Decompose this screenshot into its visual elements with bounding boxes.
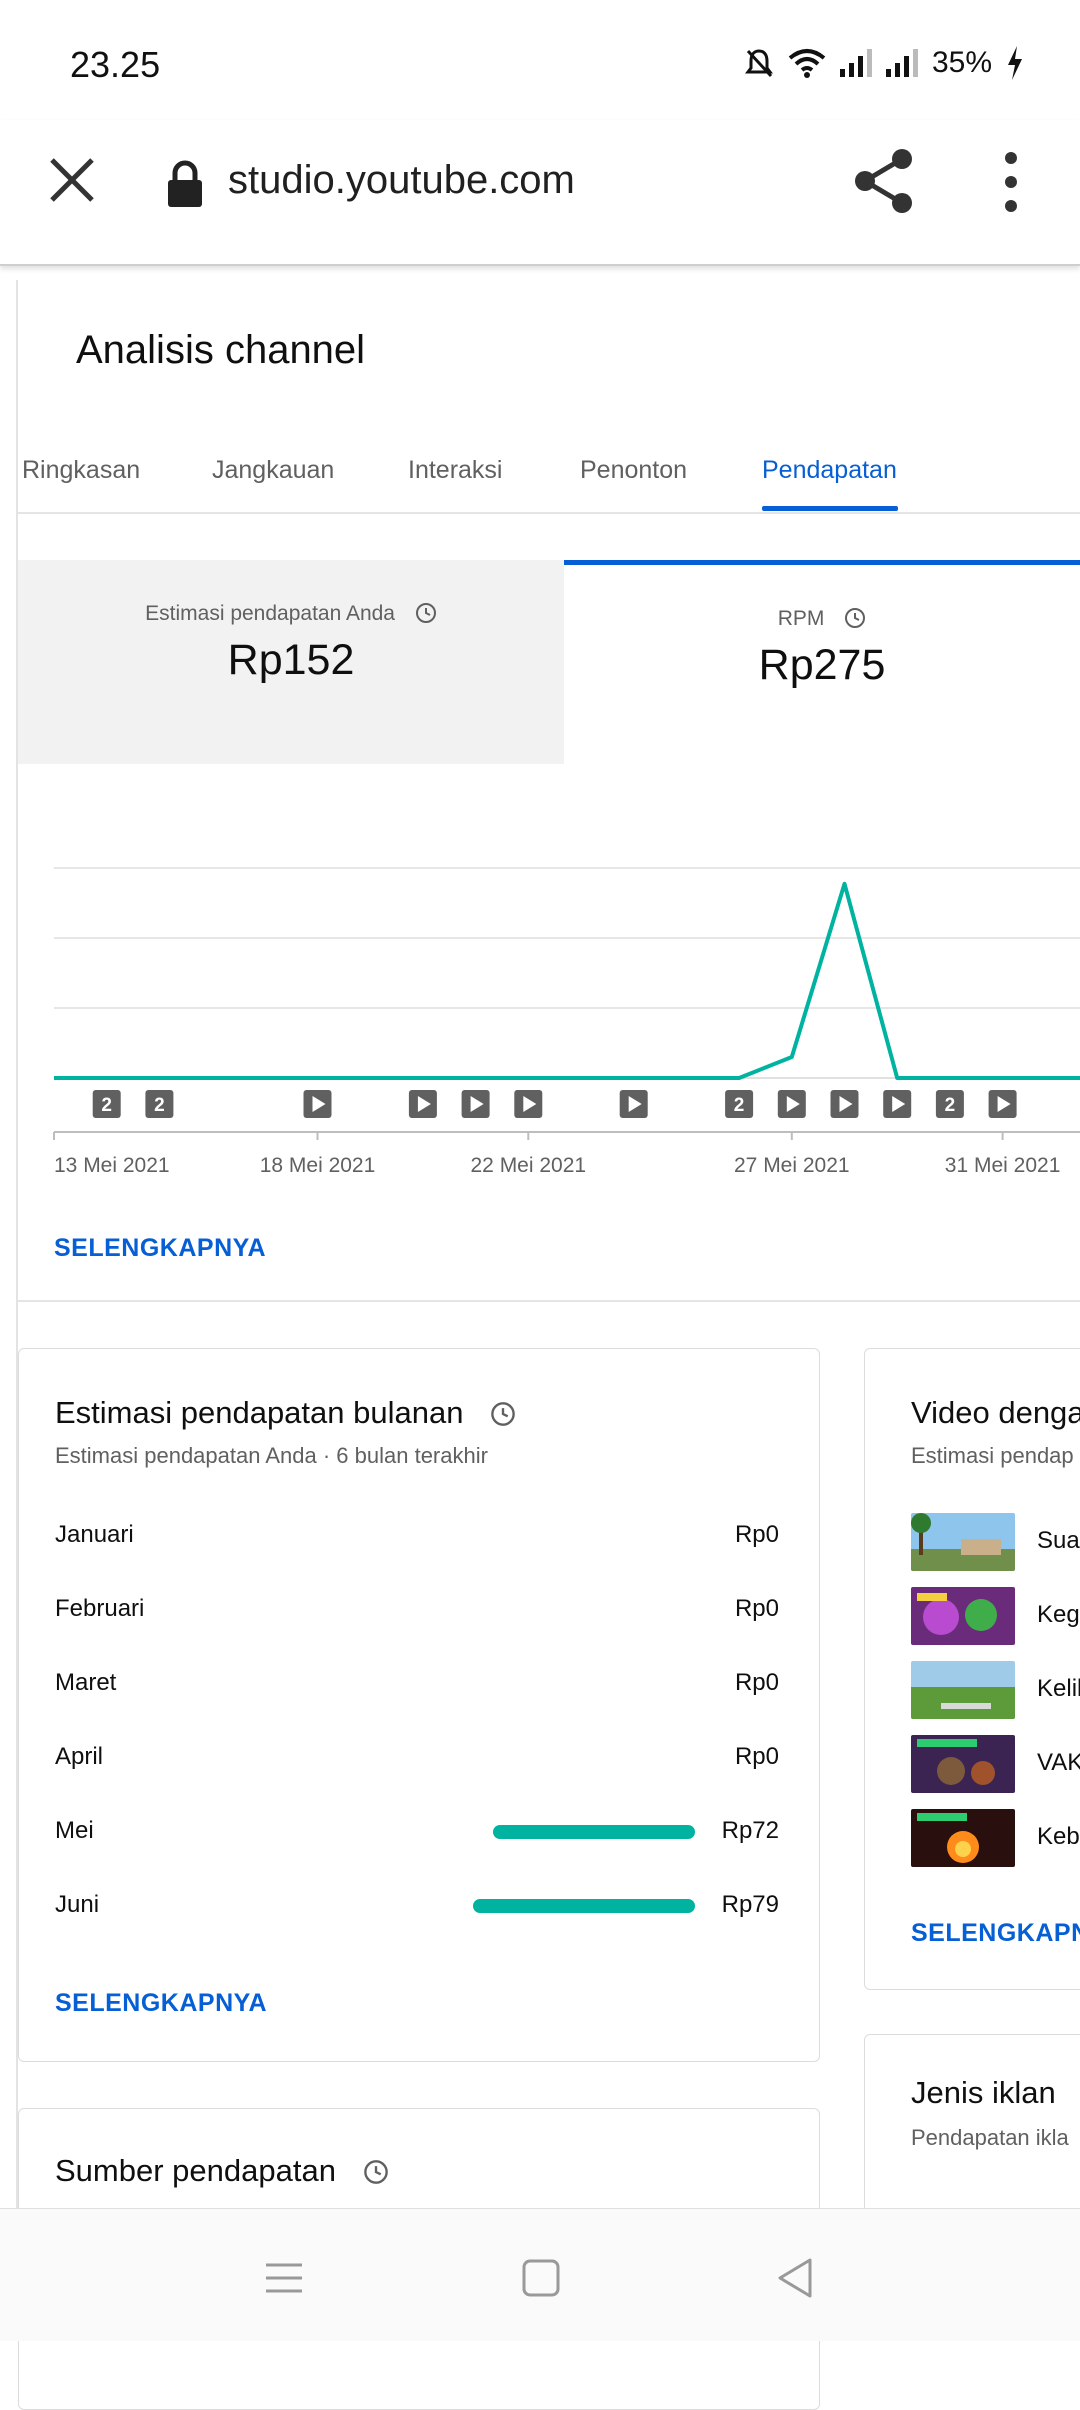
battery-percent: 35% [932, 46, 992, 80]
metric-value: Rp275 [564, 641, 1080, 690]
chart-x-tick-label: 13 Mei 2021 [54, 1154, 170, 1177]
monthly-row: April Rp0 [55, 1737, 779, 1777]
chart-x-tick-label: 31 Mei 2021 [945, 1154, 1061, 1177]
card-title: Jenis iklan [911, 2075, 1056, 2111]
month-value: Rp0 [735, 1669, 779, 1697]
metric-label: RPM [564, 607, 1080, 631]
month-label: April [55, 1743, 103, 1771]
card-title: Video denga [911, 1395, 1080, 1431]
chart-series-line [54, 884, 1080, 1078]
lock-icon [166, 160, 204, 208]
monthly-row: Januari Rp0 [55, 1515, 779, 1555]
monthly-revenue-card: Estimasi pendapatan bulanan Estimasi pen… [18, 1348, 820, 2062]
clock-icon [490, 1401, 516, 1427]
monthly-bar [493, 1825, 695, 1839]
video-title: Keba [1037, 1823, 1080, 1851]
system-nav-bar [0, 2208, 1080, 2341]
card-subtitle: Estimasi pendapatan Anda · 6 bulan terak… [55, 1443, 488, 1469]
clock-icon [415, 602, 437, 624]
active-tab-indicator [762, 506, 898, 511]
section-divider [18, 1300, 1080, 1302]
video-row[interactable]: VAK [911, 1735, 1080, 1795]
month-label: Mei [55, 1817, 94, 1845]
video-count-label: 2 [101, 1095, 112, 1116]
signal-icon [886, 49, 918, 77]
tab-interaksi[interactable]: Interaksi [408, 456, 502, 485]
status-time: 23.25 [70, 44, 160, 86]
monthly-row: Maret Rp0 [55, 1663, 779, 1703]
video-title: VAK [1037, 1749, 1080, 1777]
video-row[interactable]: Kelil [911, 1661, 1080, 1721]
video-count-label: 2 [154, 1095, 165, 1116]
video-title: Kegi [1037, 1601, 1080, 1629]
tab-penonton[interactable]: Penonton [580, 456, 687, 485]
metric-label: Estimasi pendapatan Anda [18, 602, 564, 626]
more-vert-icon[interactable] [996, 150, 1026, 214]
video-thumbnail [911, 1809, 1015, 1867]
card-subtitle: Pendapatan ikla [911, 2125, 1069, 2151]
see-more-link[interactable]: SELENGKAPNY [911, 1919, 1080, 1948]
month-value: Rp0 [735, 1743, 779, 1771]
browser-toolbar: studio.youtube.com [0, 120, 1080, 266]
video-row[interactable]: Suas [911, 1513, 1080, 1573]
video-thumbnail [911, 1661, 1015, 1719]
card-title: Sumber pendapatan [55, 2153, 389, 2189]
card-title: Estimasi pendapatan bulanan [55, 1395, 516, 1431]
chart-x-tick-label: 18 Mei 2021 [260, 1154, 376, 1177]
video-title: Kelil [1037, 1675, 1080, 1703]
back-triangle-icon[interactable] [776, 2257, 814, 2299]
chart-x-tick-label: 27 Mei 2021 [734, 1154, 850, 1177]
monthly-row: Juni Rp79 [55, 1885, 779, 1925]
home-square-icon[interactable] [522, 2259, 560, 2297]
see-more-link[interactable]: SELENGKAPNYA [55, 1989, 267, 2018]
share-icon[interactable] [852, 146, 916, 216]
clock-icon [363, 2159, 389, 2185]
status-icons: 35% [744, 46, 1024, 80]
menu-icon[interactable] [264, 2261, 304, 2295]
video-thumbnail [911, 1735, 1015, 1793]
revenue-line-chart: 2 2 2 2 13 Mei 2021 18 Mei 2021 22 Mei 2021 27 … [0, 770, 1080, 1190]
video-thumbnail [911, 1587, 1015, 1645]
status-bar: 23.25 35% [0, 0, 1080, 120]
metric-card-rpm[interactable]: RPM Rp275 [564, 560, 1080, 769]
top-videos-card: Video denga Estimasi pendap Suas Kegi Ke… [864, 1348, 1080, 1990]
video-title: Suas [1037, 1527, 1080, 1555]
wifi-icon [788, 48, 826, 78]
metric-card-estimated-revenue[interactable]: Estimasi pendapatan Anda Rp152 [18, 560, 565, 764]
clock-icon [844, 607, 866, 629]
monthly-row: Mei Rp72 [55, 1811, 779, 1851]
metric-value: Rp152 [18, 636, 564, 685]
video-thumbnail [911, 1513, 1015, 1571]
see-more-link[interactable]: SELENGKAPNYA [54, 1234, 266, 1263]
video-count-label: 2 [945, 1095, 956, 1116]
tab-pendapatan[interactable]: Pendapatan [762, 456, 897, 485]
battery-charging-icon [1006, 46, 1024, 80]
month-label: Juni [55, 1891, 99, 1919]
month-label: Februari [55, 1595, 144, 1623]
month-label: Januari [55, 1521, 134, 1549]
month-value: Rp0 [735, 1521, 779, 1549]
month-value: Rp72 [722, 1817, 779, 1845]
chart-x-tick-label: 22 Mei 2021 [471, 1154, 587, 1177]
monthly-row: Februari Rp0 [55, 1589, 779, 1629]
month-value: Rp0 [735, 1595, 779, 1623]
video-row[interactable]: Keba [911, 1809, 1080, 1869]
mute-bell-icon [744, 47, 774, 79]
month-value: Rp79 [722, 1891, 779, 1919]
monthly-bar [473, 1899, 695, 1913]
video-count-label: 2 [734, 1095, 745, 1116]
url-text[interactable]: studio.youtube.com [228, 158, 575, 203]
tabs-divider [18, 512, 1080, 514]
tab-ringkasan[interactable]: Ringkasan [22, 456, 140, 485]
close-icon[interactable] [44, 152, 100, 208]
page-title: Analisis channel [76, 328, 365, 373]
signal-icon [840, 49, 872, 77]
month-label: Maret [55, 1669, 116, 1697]
tab-jangkauan[interactable]: Jangkauan [212, 456, 334, 485]
video-row[interactable]: Kegi [911, 1587, 1080, 1647]
card-subtitle: Estimasi pendap [911, 1443, 1074, 1469]
